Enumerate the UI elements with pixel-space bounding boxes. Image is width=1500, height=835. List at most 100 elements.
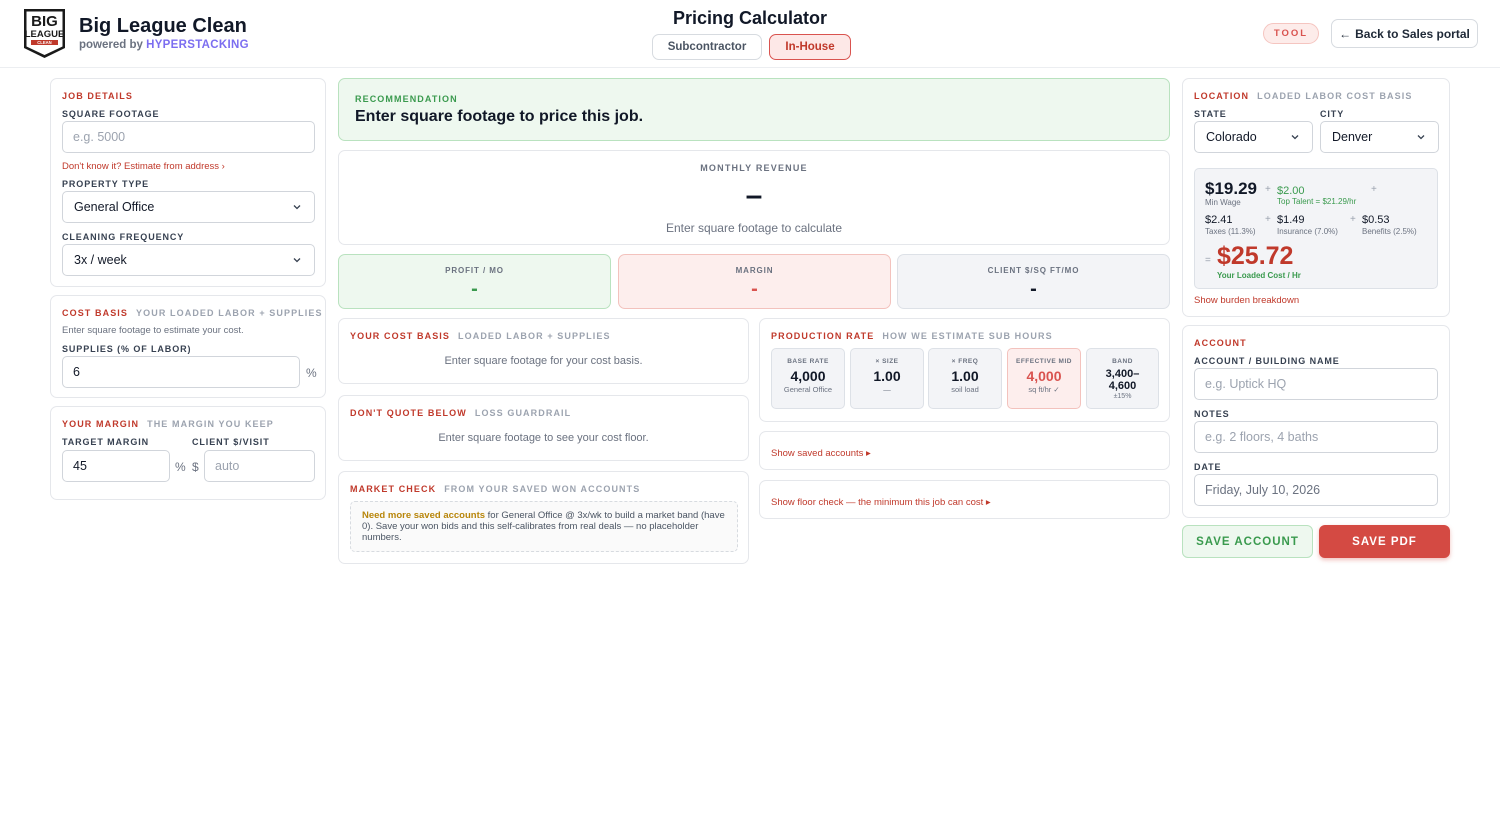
your-margin-title: YOUR MARGIN THE MARGIN YOU KEEP <box>62 419 274 429</box>
market-check-title: MARKET CHECK FROM YOUR SAVED WON ACCOUNTS <box>350 484 641 494</box>
benefits-label: Benefits (2.5%) <box>1362 227 1417 236</box>
plus-sign: + <box>1265 214 1271 225</box>
frequency-factor-tile: × FREQ 1.00 soil load <box>928 348 1002 409</box>
cost-basis-card: COST BASIS YOUR LOADED LABOR + SUPPLIES E… <box>50 295 326 398</box>
account-title: ACCOUNT <box>1194 338 1247 348</box>
client-sqft-metric-card: CLIENT $/SQ FT/MO - <box>897 254 1170 309</box>
date-input[interactable]: Friday, July 10, 2026 <box>1194 474 1438 506</box>
plus-sign: + <box>1350 214 1356 225</box>
loaded-cost-label: Your Loaded Cost / Hr <box>1217 271 1301 280</box>
notice-bold: Need more saved accounts <box>362 510 486 521</box>
recommendation-label: RECOMMENDATION <box>355 94 458 104</box>
client-sqft-value: - <box>1030 278 1037 300</box>
notes-input[interactable] <box>1194 421 1438 453</box>
recommendation-card: RECOMMENDATION Enter square footage to p… <box>338 78 1170 141</box>
show-saved-accounts-link[interactable]: Show saved accounts ▸ <box>771 448 871 459</box>
supplies-percent-unit: % <box>306 366 317 380</box>
cost-basis-title: COST BASIS YOUR LOADED LABOR + SUPPLIES <box>62 308 323 318</box>
state-select[interactable]: Colorado <box>1194 121 1313 153</box>
monthly-revenue-value: – <box>745 179 763 212</box>
saved-accounts-card: Show saved accounts ▸ <box>759 431 1170 470</box>
insurance-value: $1.49 <box>1277 214 1305 226</box>
client-per-visit-input[interactable] <box>204 450 315 482</box>
city-label: CITY <box>1320 109 1345 119</box>
show-floor-check-link[interactable]: Show floor check — the minimum this job … <box>771 497 991 508</box>
property-type-select[interactable]: General Office <box>62 191 315 223</box>
chevron-down-icon <box>1417 135 1425 140</box>
supplies-percent-input[interactable] <box>62 356 300 388</box>
date-label: DATE <box>1194 462 1222 472</box>
client-per-visit-label: CLIENT $/VISIT <box>192 437 270 447</box>
margin-label: MARGIN <box>735 266 774 275</box>
labor-cost-breakdown: $19.29 Min Wage + $2.00 Top Talent = $21… <box>1194 168 1438 289</box>
app-header: BIG LEAGUE CLEAN Big League Clean powere… <box>0 0 1500 68</box>
min-wage-label: Min Wage <box>1205 198 1241 207</box>
state-value: Colorado <box>1206 130 1257 144</box>
benefits-value: $0.53 <box>1362 214 1390 226</box>
cleaning-frequency-label: CLEANING FREQUENCY <box>62 232 185 242</box>
dont-quote-below-card: DON'T QUOTE BELOW LOSS GUARDRAIL Enter sq… <box>338 395 749 461</box>
job-details-title: JOB DETAILS <box>62 91 133 101</box>
recommendation-text: Enter square footage to price this job. <box>355 108 644 125</box>
mode-subcontractor-button[interactable]: Subcontractor <box>652 34 762 60</box>
margin-metric-card: MARGIN - <box>618 254 891 309</box>
cleaning-frequency-value: 3x / week <box>74 253 127 267</box>
base-rate-tile: BASE RATE 4,000 General Office <box>771 348 845 409</box>
square-footage-input[interactable] <box>62 121 315 153</box>
your-cost-basis-card: YOUR COST BASIS LOADED LABOR + SUPPLIES E… <box>338 318 749 384</box>
estimate-from-address-link[interactable]: Don't know it? Estimate from address › <box>62 161 225 172</box>
market-check-notice: Need more saved accounts for General Off… <box>350 501 738 552</box>
city-value: Denver <box>1332 130 1373 144</box>
save-account-button[interactable]: SAVE ACCOUNT <box>1182 525 1313 558</box>
min-wage-value: $19.29 <box>1205 179 1257 198</box>
powered-brand: HYPERSTACKING <box>146 39 249 51</box>
market-check-card: MARKET CHECK FROM YOUR SAVED WON ACCOUNTS… <box>338 471 749 564</box>
dont-quote-below-message: Enter square footage to see your cost fl… <box>438 432 649 444</box>
effective-mid-tile: EFFECTIVE MID 4,000 sq ft/hr ✓ <box>1007 348 1081 409</box>
save-pdf-button[interactable]: SAVE PDF <box>1319 525 1450 558</box>
plus-sign: + <box>1265 184 1271 195</box>
location-card: LOCATION LOADED LABOR COST BASIS STATE Co… <box>1182 78 1450 317</box>
target-margin-label: TARGET MARGIN <box>62 437 150 447</box>
profit-value: - <box>471 278 478 300</box>
state-label: STATE <box>1194 109 1227 119</box>
powered-by: powered by HYPERSTACKING <box>79 39 249 51</box>
job-details-card: JOB DETAILS SQUARE FOOTAGE Don't know it… <box>50 78 326 287</box>
city-select[interactable]: Denver <box>1320 121 1439 153</box>
monthly-revenue-card: MONTHLY REVENUE – Enter square footage t… <box>338 150 1170 245</box>
production-rate-card: PRODUCTION RATE HOW WE ESTIMATE SUB HOURS… <box>759 318 1170 422</box>
account-name-input[interactable] <box>1194 368 1438 400</box>
taxes-label: Taxes (11.3%) <box>1205 227 1256 236</box>
floor-check-card: Show floor check — the minimum this job … <box>759 480 1170 519</box>
logo-text-clean: CLEAN <box>37 40 51 45</box>
your-margin-card: YOUR MARGIN THE MARGIN YOU KEEP TARGET MA… <box>50 406 326 500</box>
show-burden-breakdown-link[interactable]: Show burden breakdown <box>1194 295 1299 306</box>
back-label: Back to Sales portal <box>1355 26 1470 41</box>
cleaning-frequency-select[interactable]: 3x / week <box>62 244 315 276</box>
account-name-label: ACCOUNT / BUILDING NAME <box>1194 356 1340 366</box>
arrow-left-icon: ← <box>1339 26 1352 41</box>
mode-in-house-button[interactable]: In-House <box>769 34 851 60</box>
your-cost-basis-message: Enter square footage for your cost basis… <box>444 355 643 367</box>
target-margin-input[interactable] <box>62 450 170 482</box>
production-rate-title: PRODUCTION RATE HOW WE ESTIMATE SUB HOURS <box>771 331 1053 341</box>
size-factor-tile: × SIZE 1.00 — <box>850 348 924 409</box>
logo-text-league: LEAGUE <box>25 29 65 40</box>
supplies-label: SUPPLIES (% OF LABOR) <box>62 344 192 354</box>
account-card: ACCOUNT ACCOUNT / BUILDING NAME NOTES DA… <box>1182 325 1450 518</box>
chevron-down-icon <box>293 258 301 263</box>
notes-label: NOTES <box>1194 409 1230 419</box>
band-tile: BAND 3,400– 4,600 ±15% <box>1086 348 1159 409</box>
tool-badge: TOOL <box>1263 23 1319 44</box>
top-talent-value: $2.00 <box>1277 185 1305 197</box>
client-sqft-label: CLIENT $/SQ FT/MO <box>987 266 1080 275</box>
back-to-sales-portal-button[interactable]: ← Back to Sales portal <box>1331 19 1478 48</box>
equals-sign: = <box>1205 255 1211 266</box>
loaded-cost-value: $25.72 <box>1217 242 1294 270</box>
property-type-value: General Office <box>74 200 155 214</box>
powered-by-text: powered by <box>79 39 143 51</box>
dont-quote-below-title: DON'T QUOTE BELOW LOSS GUARDRAIL <box>350 408 572 418</box>
monthly-revenue-label: MONTHLY REVENUE <box>700 163 808 173</box>
profit-metric-card: PROFIT / MO - <box>338 254 611 309</box>
monthly-revenue-hint: Enter square footage to calculate <box>665 221 843 235</box>
